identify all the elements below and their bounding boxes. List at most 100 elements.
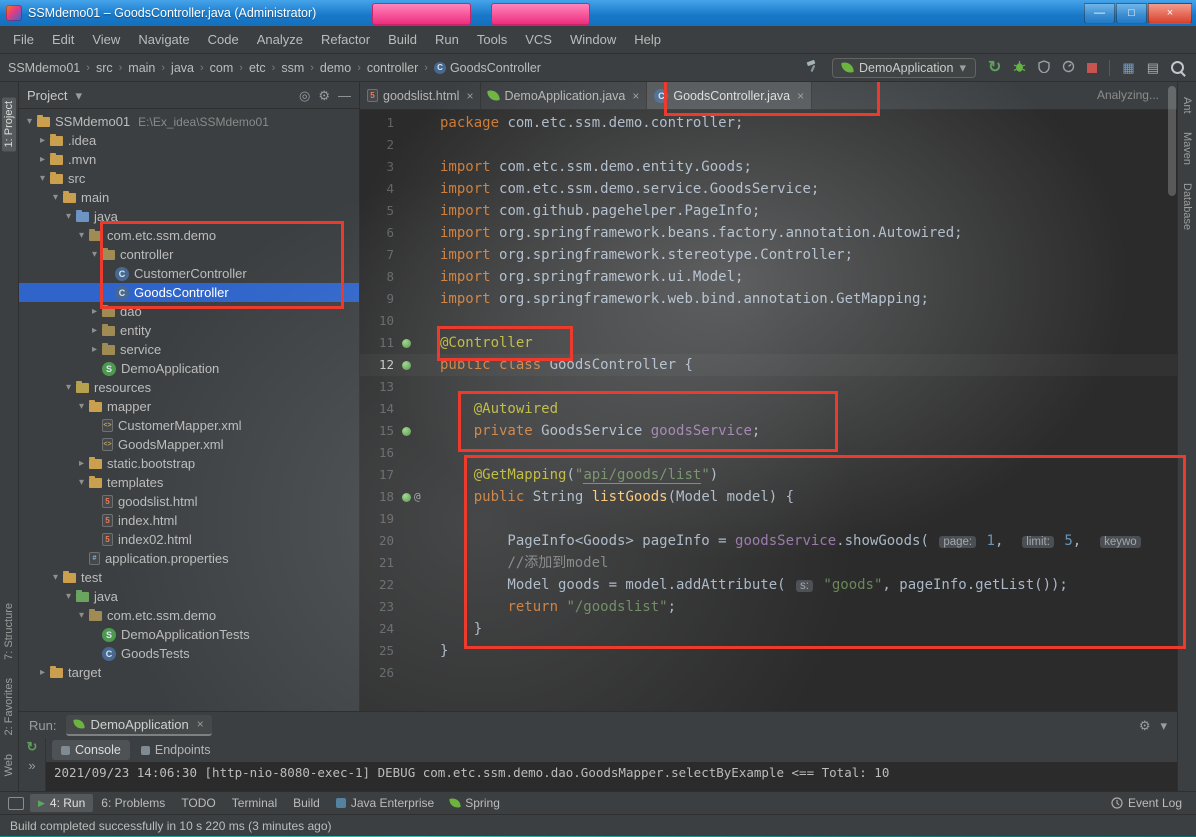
tree-item-controller[interactable]: ▾controller — [19, 245, 359, 264]
chevron-down-icon[interactable]: ▾ — [75, 89, 82, 102]
code-line-25[interactable]: 25} — [360, 640, 1177, 662]
toolwindow-button-spring[interactable]: Spring — [442, 794, 508, 812]
rerun-icon[interactable]: ↻ — [27, 740, 38, 753]
screen-recorder-overlay-button-1[interactable] — [372, 3, 471, 25]
tree-chevron-icon[interactable]: ▸ — [36, 135, 49, 146]
tree-chevron-icon[interactable]: ▸ — [36, 154, 49, 165]
tree-chevron-icon[interactable]: ▾ — [62, 382, 75, 393]
tree-item-demoapplication[interactable]: SDemoApplication — [19, 359, 359, 378]
console-output[interactable]: 2021/09/23 14:06:30 [http-nio-8080-exec-… — [46, 762, 1177, 791]
spring-bean-gutter-icon[interactable] — [402, 493, 411, 502]
menu-item-help[interactable]: Help — [625, 28, 670, 51]
menu-item-refactor[interactable]: Refactor — [312, 28, 379, 51]
code-line-26[interactable]: 26 — [360, 662, 1177, 684]
code-line-9[interactable]: 9import org.springframework.web.bind.ann… — [360, 288, 1177, 310]
tree-item-goodsmapper-xml[interactable]: <>GoodsMapper.xml — [19, 435, 359, 454]
code-line-21[interactable]: 21 //添加到model — [360, 552, 1177, 574]
tool-button-7-structure[interactable]: 7: Structure — [3, 603, 15, 660]
run-configuration-select[interactable]: DemoApplication ▾ — [832, 58, 976, 78]
menu-item-view[interactable]: View — [83, 28, 129, 51]
close-button[interactable]: × — [1148, 3, 1192, 24]
code-line-8[interactable]: 8import org.springframework.ui.Model; — [360, 266, 1177, 288]
tree-chevron-icon[interactable]: ▸ — [88, 325, 101, 336]
search-everywhere-icon[interactable] — [1171, 61, 1184, 74]
debug-button[interactable] — [1013, 60, 1026, 76]
tab-close-icon[interactable]: × — [197, 717, 204, 731]
tree-item-goodslist-html[interactable]: 5goodslist.html — [19, 492, 359, 511]
tree-chevron-icon[interactable]: ▾ — [36, 173, 49, 184]
title-bar[interactable]: SSMdemo01 – GoodsController.java (Admini… — [0, 0, 1196, 26]
tree-item-java[interactable]: ▾java — [19, 587, 359, 606]
spring-bean-gutter-icon[interactable] — [402, 361, 411, 370]
menu-item-build[interactable]: Build — [379, 28, 426, 51]
tab-goodslist-html[interactable]: 5goodslist.html× — [360, 82, 481, 109]
tool-button-web[interactable]: Web — [3, 754, 15, 776]
tree-item-mvn[interactable]: ▸.mvn — [19, 150, 359, 169]
run-view-tab-endpoints[interactable]: Endpoints — [132, 740, 220, 760]
layout-icon[interactable]: ▤ — [1147, 61, 1159, 74]
coverage-button[interactable] — [1038, 60, 1050, 76]
code-line-23[interactable]: 23 return "/goodslist"; — [360, 596, 1177, 618]
tree-item-customermapper-xml[interactable]: <>CustomerMapper.xml — [19, 416, 359, 435]
screen-recorder-overlay-button-2[interactable] — [491, 3, 590, 25]
code-line-20[interactable]: 20 PageInfo<Goods> pageInfo = goodsServi… — [360, 530, 1177, 552]
tree-item-com-etc-ssm-demo[interactable]: ▾com.etc.ssm.demo — [19, 226, 359, 245]
tree-item-ssmdemo01[interactable]: ▾SSMdemo01E:\Ex_idea\SSMdemo01 — [19, 112, 359, 131]
code-line-3[interactable]: 3import com.etc.ssm.demo.entity.Goods; — [360, 156, 1177, 178]
tree-item-resources[interactable]: ▾resources — [19, 378, 359, 397]
menu-item-navigate[interactable]: Navigate — [129, 28, 198, 51]
settings-gear-icon[interactable]: ⚙ — [1139, 719, 1151, 732]
project-panel-title[interactable]: Project — [27, 88, 67, 103]
stop-button[interactable] — [1087, 63, 1097, 73]
tree-item-com-etc-ssm-demo[interactable]: ▾com.etc.ssm.demo — [19, 606, 359, 625]
toolwindow-button-4-run[interactable]: ▶4: Run — [30, 794, 93, 812]
tree-chevron-icon[interactable]: ▾ — [75, 230, 88, 241]
tree-chevron-icon[interactable]: ▾ — [75, 477, 88, 488]
breadcrumb-item-java[interactable]: java — [171, 61, 194, 75]
tree-chevron-icon[interactable]: ▾ — [49, 572, 62, 583]
menu-item-vcs[interactable]: VCS — [516, 28, 561, 51]
toolwindow-button-todo[interactable]: TODO — [173, 794, 223, 812]
breadcrumb-item-etc[interactable]: etc — [249, 61, 266, 75]
toolwindow-button-event-log[interactable]: Event Log — [1103, 794, 1190, 812]
tree-item-mapper[interactable]: ▾mapper — [19, 397, 359, 416]
tree-item-dao[interactable]: ▸dao — [19, 302, 359, 321]
tool-button-1-project[interactable]: 1: Project — [2, 97, 16, 151]
tree-item-index-html[interactable]: 5index.html — [19, 511, 359, 530]
code-line-4[interactable]: 4import com.etc.ssm.demo.service.GoodsSe… — [360, 178, 1177, 200]
tree-item-templates[interactable]: ▾templates — [19, 473, 359, 492]
expand-icon[interactable]: » — [28, 759, 35, 772]
tree-item-main[interactable]: ▾main — [19, 188, 359, 207]
breadcrumb-item-ssm[interactable]: ssm — [281, 61, 304, 75]
tree-chevron-icon[interactable]: ▸ — [88, 306, 101, 317]
hide-panel-icon[interactable]: — — [338, 89, 351, 102]
breadcrumb-item-goodscontroller[interactable]: CGoodsController — [434, 61, 541, 75]
tree-item-demoapplicationtests[interactable]: SDemoApplicationTests — [19, 625, 359, 644]
toolwindow-button-terminal[interactable]: Terminal — [224, 794, 285, 812]
tree-item-java[interactable]: ▾java — [19, 207, 359, 226]
rerun-application-button[interactable]: ↻ — [988, 60, 1001, 76]
toolwindow-button-java-enterprise[interactable]: Java Enterprise — [328, 794, 442, 812]
breadcrumb-item-src[interactable]: src — [96, 61, 113, 75]
toolwindow-button-build[interactable]: Build — [285, 794, 328, 812]
menu-item-analyze[interactable]: Analyze — [248, 28, 312, 51]
tab-close-icon[interactable]: × — [466, 89, 473, 103]
locate-file-icon[interactable]: ◎ — [299, 89, 310, 102]
tree-chevron-icon[interactable]: ▾ — [62, 211, 75, 222]
code-line-17[interactable]: 17 @GetMapping("api/goods/list") — [360, 464, 1177, 486]
menu-item-tools[interactable]: Tools — [468, 28, 516, 51]
tree-item-test[interactable]: ▾test — [19, 568, 359, 587]
code-line-6[interactable]: 6import org.springframework.beans.factor… — [360, 222, 1177, 244]
tree-chevron-icon[interactable]: ▾ — [88, 249, 101, 260]
code-line-7[interactable]: 7import org.springframework.stereotype.C… — [360, 244, 1177, 266]
run-tab-demoapplication[interactable]: DemoApplication × — [66, 715, 211, 736]
tab-goodscontroller-java[interactable]: CGoodsController.java× — [647, 82, 812, 109]
menu-item-code[interactable]: Code — [199, 28, 248, 51]
tab-demoapplication-java[interactable]: DemoApplication.java× — [481, 82, 647, 109]
editor-scrollbar[interactable] — [1167, 82, 1177, 711]
scrollbar-thumb[interactable] — [1168, 86, 1176, 196]
tree-item-goodscontroller[interactable]: CGoodsController — [19, 283, 359, 302]
spring-bean-gutter-icon[interactable] — [402, 339, 411, 348]
breadcrumb-item-controller[interactable]: controller — [367, 61, 418, 75]
profiler-button[interactable] — [1062, 60, 1075, 76]
